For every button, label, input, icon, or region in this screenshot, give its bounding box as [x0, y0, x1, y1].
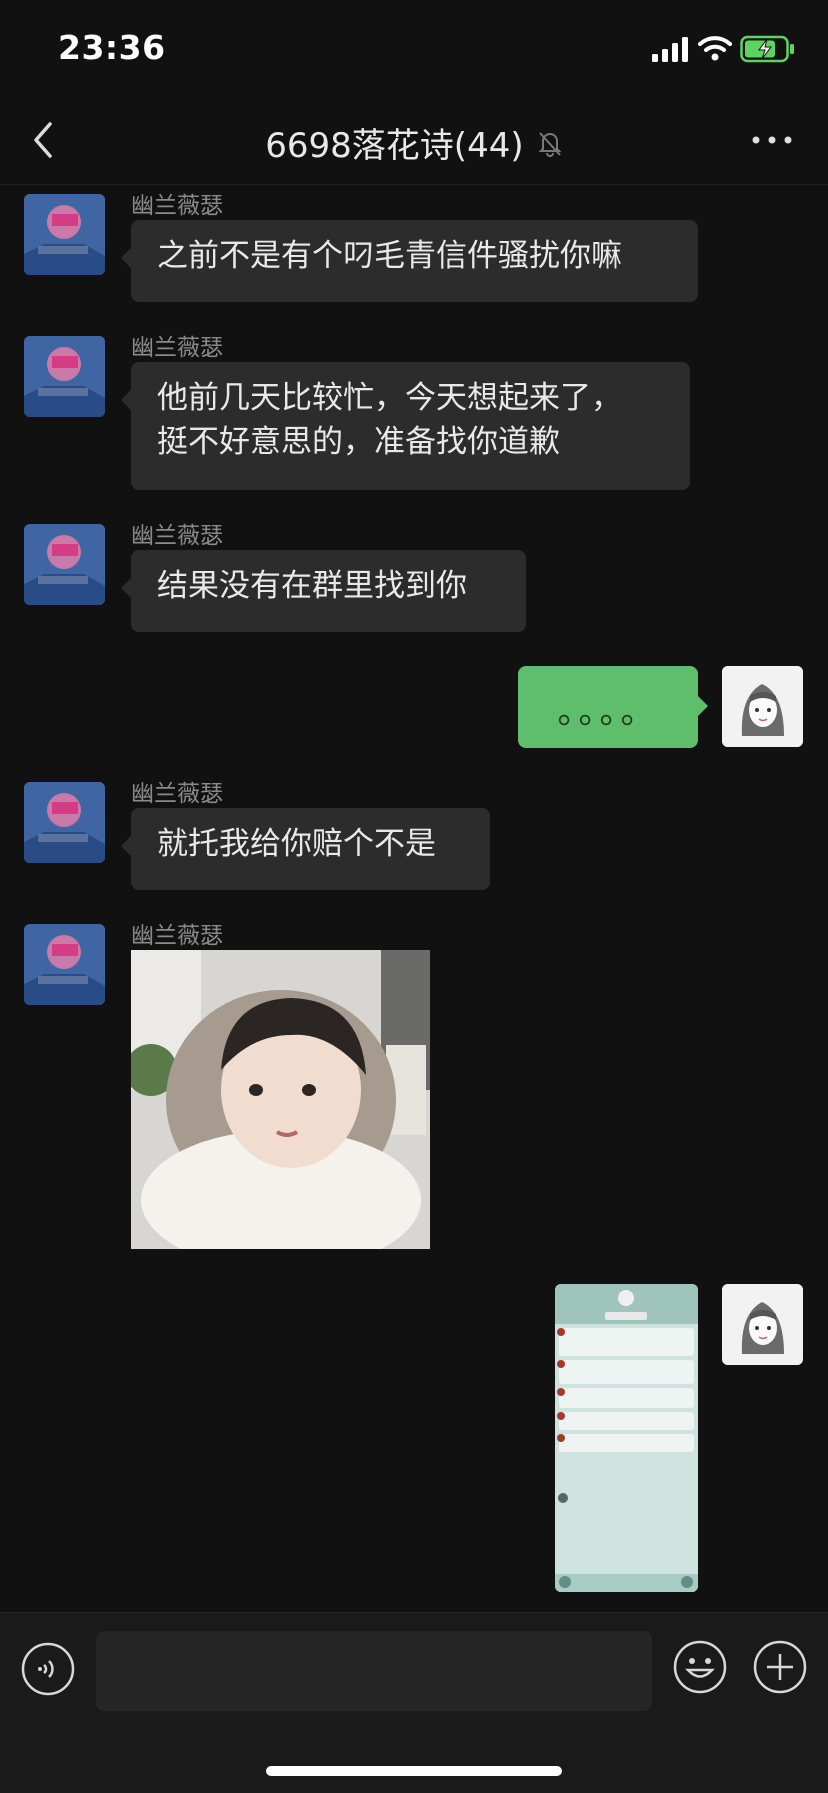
avatar-photo [24, 524, 105, 605]
avatar-photo [24, 336, 105, 417]
message-text-line: 他前几天比较忙，今天想起来了， [157, 380, 622, 416]
avatar-photo [24, 194, 105, 275]
message-bubble[interactable]: 他前几天比较忙，今天想起来了， 挺不好意思的，准备找你道歉 [121, 362, 690, 490]
sender-name: 幽兰薇瑟 [131, 523, 223, 549]
chat-header: 6698落花诗(44) [0, 100, 828, 185]
bell-slash-icon [538, 131, 562, 157]
sender-avatar[interactable] [24, 924, 105, 1005]
status-time: 23:36 [58, 28, 166, 67]
battery-charging-icon [740, 35, 794, 63]
screenshot-thumbnail [555, 1284, 698, 1592]
self-avatar[interactable] [722, 666, 803, 747]
message-text: 。。。。 [557, 692, 659, 732]
avatar-illustration [722, 1284, 803, 1365]
home-indicator [266, 1766, 562, 1776]
image-message-baby-photo[interactable] [131, 950, 430, 1249]
message-text-line: 挺不好意思的，准备找你道歉 [157, 424, 560, 460]
sender-avatar[interactable] [24, 194, 105, 275]
sender-avatar[interactable] [24, 782, 105, 863]
message-text: 之前不是有个叼毛青信件骚扰你嘛 [157, 238, 622, 274]
cellular-signal-icon [652, 37, 688, 62]
sender-name: 幽兰薇瑟 [131, 335, 223, 361]
sender-name: 幽兰薇瑟 [131, 781, 223, 807]
chat-title[interactable]: 6698落花诗(44) [265, 126, 523, 166]
plus-icon[interactable] [752, 1639, 808, 1695]
message-input[interactable] [96, 1631, 652, 1711]
message-text: 结果没有在群里找到你 [157, 568, 467, 604]
avatar-photo [24, 924, 105, 1005]
sender-avatar[interactable] [24, 336, 105, 417]
sender-avatar[interactable] [24, 524, 105, 605]
message-bubble[interactable]: 就托我给你赔个不是 [121, 808, 490, 890]
message-text: 就托我给你赔个不是 [157, 826, 436, 862]
self-avatar[interactable] [722, 1284, 803, 1365]
voice-icon[interactable] [20, 1641, 76, 1697]
sender-name: 幽兰薇瑟 [131, 193, 223, 219]
avatar-illustration [722, 666, 803, 747]
message-bubble[interactable]: 结果没有在群里找到你 [121, 550, 526, 632]
smiley-icon[interactable] [672, 1639, 728, 1695]
status-bar: 23:36 [0, 0, 828, 100]
avatar-photo [24, 782, 105, 863]
sender-name: 幽兰薇瑟 [131, 923, 223, 949]
self-message-bubble[interactable]: 。。。。 [518, 666, 708, 748]
wifi-icon [698, 36, 732, 61]
chat-title-wrap: 6698落花诗(44) [0, 118, 828, 167]
message-bubble[interactable]: 之前不是有个叼毛青信件骚扰你嘛 [121, 220, 698, 302]
image-message-screenshot[interactable] [555, 1284, 698, 1592]
ellipsis-icon[interactable] [748, 130, 796, 150]
baby-photo [131, 950, 430, 1249]
